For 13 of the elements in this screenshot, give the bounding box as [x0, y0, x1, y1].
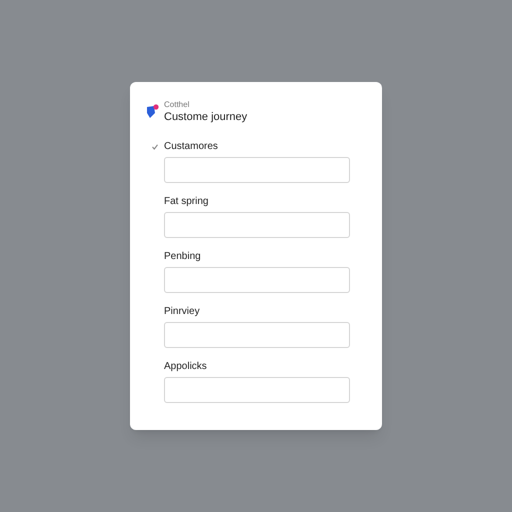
input-field[interactable]: [164, 267, 350, 293]
input-field[interactable]: [164, 157, 350, 183]
field-label: Pinrviey: [164, 306, 201, 318]
input-field[interactable]: [164, 212, 350, 238]
field-label: Appolicks: [164, 361, 208, 373]
app-subtitle: Cotthel: [164, 100, 190, 110]
field-label: Fat spring: [164, 196, 210, 208]
logo-icon: [146, 104, 159, 119]
form-title: Custome journey: [164, 110, 248, 124]
input-field[interactable]: [164, 377, 350, 403]
field-label: Custamores: [164, 141, 219, 153]
field-label: Penbing: [164, 251, 202, 263]
input-field[interactable]: [164, 322, 350, 348]
